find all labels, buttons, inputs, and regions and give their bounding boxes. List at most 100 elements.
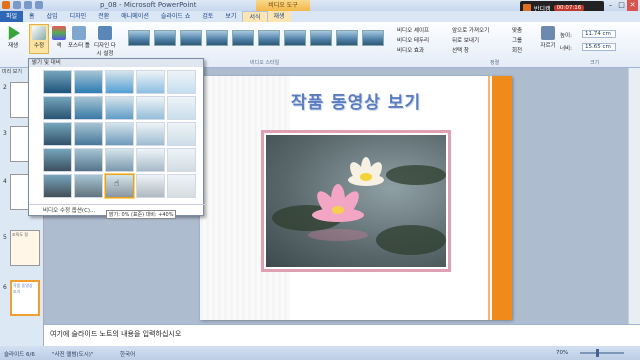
title-bar: p_08 - Microsoft PowerPoint 비디오 도구 반디캠 0… bbox=[0, 0, 640, 15]
brightness-contrast-option[interactable] bbox=[43, 122, 72, 146]
video-styles-gallery bbox=[128, 26, 390, 52]
zoom-level[interactable]: 70% bbox=[556, 350, 568, 356]
video-style-thumb[interactable] bbox=[258, 30, 280, 46]
brightness-contrast-option[interactable] bbox=[74, 174, 103, 198]
group-button[interactable]: 그룹 bbox=[512, 36, 522, 44]
tab-8[interactable]: 보기 bbox=[219, 11, 242, 22]
brightness-contrast-gallery: 밝기 및 대비 비디오 수정 옵션(C)... bbox=[28, 58, 205, 216]
brightness-contrast-option[interactable] bbox=[105, 96, 134, 120]
video-frame[interactable] bbox=[261, 130, 451, 272]
video-style-thumb[interactable] bbox=[336, 30, 358, 46]
slide-thumbnail-selected[interactable]: 작품 동영상 보기 bbox=[10, 280, 40, 316]
brightness-contrast-option[interactable] bbox=[105, 148, 134, 172]
brightness-contrast-option[interactable] bbox=[136, 174, 165, 198]
brightness-contrast-option[interactable] bbox=[105, 122, 134, 146]
tab-9[interactable]: 서식 bbox=[242, 11, 268, 22]
tab-5[interactable]: 애니메이션 bbox=[115, 11, 155, 22]
tab-10[interactable]: 재생 bbox=[267, 11, 291, 22]
play-button[interactable]: 재생 bbox=[4, 25, 22, 49]
brightness-contrast-option[interactable] bbox=[136, 148, 165, 172]
send-backward-button[interactable]: 뒤로 보내기 bbox=[452, 36, 479, 44]
brightness-contrast-option[interactable] bbox=[43, 96, 72, 120]
brightness-contrast-option[interactable] bbox=[43, 70, 72, 94]
video-style-thumb[interactable] bbox=[232, 30, 254, 46]
quick-access-toolbar bbox=[2, 1, 43, 9]
notes-pane[interactable]: 여기에 슬라이드 노트의 내용을 입력하십시오 bbox=[44, 324, 640, 346]
video-style-thumb[interactable] bbox=[206, 30, 228, 46]
group-label-styles: 비디오 스타일 bbox=[250, 60, 280, 66]
minimize-button[interactable]: – bbox=[605, 0, 616, 11]
undo-icon[interactable] bbox=[24, 1, 32, 9]
video-style-thumb[interactable] bbox=[310, 30, 332, 46]
brightness-contrast-option[interactable] bbox=[105, 70, 134, 94]
brightness-contrast-option[interactable] bbox=[167, 148, 196, 172]
pointer-cursor-icon: ☝ bbox=[114, 179, 120, 189]
brightness-contrast-option[interactable] bbox=[167, 122, 196, 146]
lotus-photo bbox=[266, 135, 446, 267]
slide-title[interactable]: 작품 동영상 보기 bbox=[276, 88, 436, 113]
redo-icon[interactable] bbox=[35, 1, 43, 9]
tab-7[interactable]: 검토 bbox=[196, 11, 219, 22]
video-style-thumb[interactable] bbox=[128, 30, 150, 46]
group-label-arrange: 정렬 bbox=[490, 60, 500, 66]
brightness-contrast-option[interactable] bbox=[136, 122, 165, 146]
video-effects-button[interactable]: 비디오 효과 bbox=[397, 46, 424, 54]
width-label: 너비: bbox=[560, 46, 572, 52]
brightness-contrast-option[interactable] bbox=[167, 70, 196, 94]
brightness-contrast-option[interactable] bbox=[74, 96, 103, 120]
slide[interactable]: 작품 동영상 보기 bbox=[200, 76, 512, 320]
slide-accent-stripe bbox=[492, 76, 512, 320]
save-icon[interactable] bbox=[13, 1, 21, 9]
video-style-thumb[interactable] bbox=[284, 30, 306, 46]
slide-thumbnail[interactable]: 조직도 정 bbox=[10, 230, 40, 266]
color-label: 색 bbox=[56, 43, 62, 49]
tab-0[interactable]: 파일 bbox=[0, 11, 24, 22]
slide-number: 2 bbox=[3, 84, 7, 91]
align-button[interactable]: 맞춤 bbox=[512, 26, 522, 34]
crop-button[interactable]: 자르기 bbox=[540, 25, 556, 49]
crop-label: 자르기 bbox=[540, 43, 556, 49]
vertical-scrollbar[interactable] bbox=[628, 68, 640, 324]
close-button[interactable]: ✕ bbox=[627, 0, 638, 11]
brightness-contrast-option[interactable] bbox=[167, 96, 196, 120]
tab-3[interactable]: 디자인 bbox=[64, 11, 93, 22]
rotate-button[interactable]: 회전 bbox=[512, 46, 522, 54]
brightness-contrast-option[interactable] bbox=[167, 174, 196, 198]
ribbon-tabs: 파일 홈 삽입 디자인 전환 애니메이션 슬라이드 쇼 검토 보기 서식 재생 bbox=[0, 11, 640, 22]
brightness-contrast-option[interactable] bbox=[74, 70, 103, 94]
video-style-thumb[interactable] bbox=[180, 30, 202, 46]
play-label: 재생 bbox=[7, 43, 19, 49]
play-icon bbox=[8, 26, 20, 40]
brightness-contrast-option[interactable] bbox=[43, 148, 72, 172]
poster-frame-button[interactable]: 포스터 틀 bbox=[68, 25, 90, 49]
height-field[interactable]: 11.74 cm bbox=[582, 30, 616, 38]
powerpoint-logo-icon bbox=[2, 1, 10, 9]
tab-1[interactable]: 홈 bbox=[23, 11, 41, 22]
slide-number: 6 bbox=[3, 284, 7, 291]
bring-forward-button[interactable]: 앞으로 가져오기 bbox=[452, 26, 489, 34]
window-title: p_08 - Microsoft PowerPoint bbox=[100, 1, 197, 9]
reset-design-button[interactable]: 디자인 다시 설정 bbox=[92, 25, 118, 57]
brightness-contrast-option[interactable] bbox=[74, 122, 103, 146]
brightness-contrast-option[interactable] bbox=[136, 96, 165, 120]
tab-2[interactable]: 삽입 bbox=[41, 11, 64, 22]
zoom-slider[interactable] bbox=[580, 352, 624, 354]
tab-4[interactable]: 전환 bbox=[92, 11, 115, 22]
brightness-contrast-option[interactable] bbox=[74, 148, 103, 172]
tab-6[interactable]: 슬라이드 쇼 bbox=[155, 11, 197, 22]
theme-name: "사진 앨범(도시)" bbox=[52, 352, 94, 358]
brightness-contrast-option[interactable] bbox=[43, 174, 72, 198]
zoom-slider-handle[interactable] bbox=[596, 349, 599, 357]
color-button[interactable]: 색 bbox=[52, 25, 66, 49]
brightness-contrast-option[interactable] bbox=[136, 70, 165, 94]
corrections-button[interactable]: 수정 bbox=[29, 24, 49, 54]
video-style-thumb[interactable] bbox=[154, 30, 176, 46]
video-style-thumb[interactable] bbox=[362, 30, 384, 46]
selection-pane-button[interactable]: 선택 창 bbox=[452, 46, 469, 54]
video-shape-button[interactable]: 비디오 셰이프 bbox=[397, 26, 429, 34]
language[interactable]: 한국어 bbox=[120, 350, 135, 358]
maximize-button[interactable]: □ bbox=[616, 0, 627, 11]
slide-accent-line bbox=[488, 76, 490, 320]
video-border-button[interactable]: 비디오 테두리 bbox=[397, 36, 429, 44]
width-field[interactable]: 15.65 cm bbox=[582, 43, 616, 51]
